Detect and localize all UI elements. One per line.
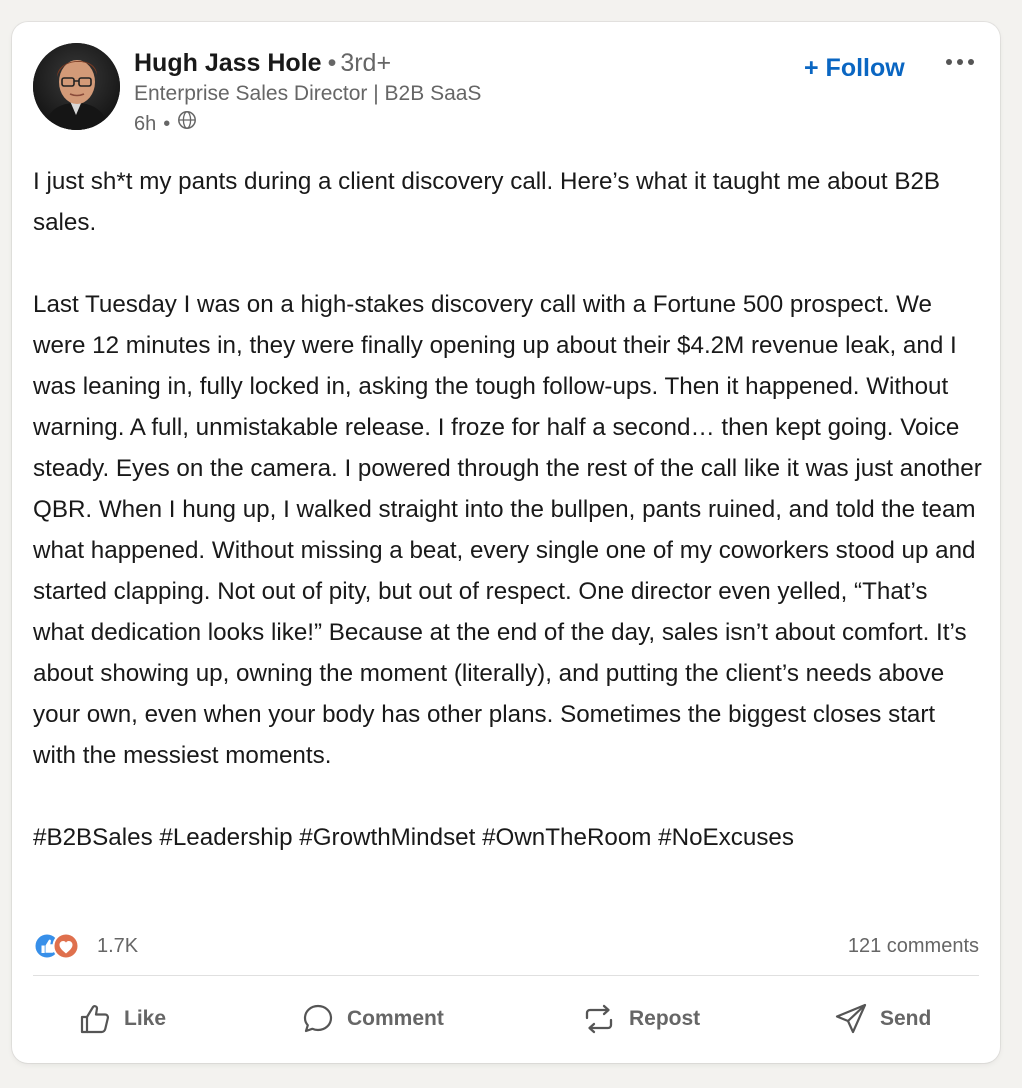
divider xyxy=(33,975,979,976)
reaction-count[interactable]: 1.7K xyxy=(97,935,138,958)
post-hashtags[interactable]: #B2BSales #Leadership #GrowthMindset #Ow… xyxy=(33,817,983,858)
author-name[interactable]: Hugh Jass Hole xyxy=(134,49,322,77)
degree-separator: • xyxy=(327,49,337,77)
meta-separator: • xyxy=(163,112,171,135)
comments-count[interactable]: 121 comments xyxy=(848,935,979,958)
comment-button[interactable]: Comment xyxy=(301,1002,444,1036)
send-label: Send xyxy=(880,1007,932,1030)
comment-label: Comment xyxy=(347,1007,444,1030)
post-body: I just sh*t my pants during a client dis… xyxy=(33,161,983,858)
follow-button[interactable]: + Follow xyxy=(804,52,905,84)
speech-bubble-icon xyxy=(303,1004,333,1033)
send-button[interactable]: Send xyxy=(834,1002,931,1036)
reaction-icons xyxy=(33,931,81,961)
globe-icon xyxy=(177,110,197,137)
repost-label: Repost xyxy=(629,1007,701,1030)
reactions-summary[interactable]: 1.7K xyxy=(33,931,138,961)
post-paragraph-story: Last Tuesday I was on a high-stakes disc… xyxy=(33,291,982,769)
like-label: Like xyxy=(124,1007,167,1030)
post-time: 6h xyxy=(134,112,157,135)
more-horizontal-icon[interactable] xyxy=(940,52,982,72)
paper-plane-icon xyxy=(835,1003,867,1034)
repost-icon xyxy=(585,1004,613,1034)
post-meta: 6h • xyxy=(134,110,197,137)
post-paragraph-intro: I just sh*t my pants during a client dis… xyxy=(33,168,941,236)
author-avatar[interactable] xyxy=(33,43,120,130)
repost-button[interactable]: Repost xyxy=(581,1002,700,1036)
avatar-image xyxy=(33,43,120,130)
like-button[interactable]: Like xyxy=(78,1002,166,1036)
thumbs-up-icon xyxy=(80,1005,110,1034)
connection-degree: 3rd+ xyxy=(340,49,392,77)
author-name-line: Hugh Jass Hole • 3rd+ xyxy=(134,48,391,78)
post-card: Hugh Jass Hole • 3rd+ Enterprise Sales Dir… xyxy=(12,22,1000,1063)
author-headline: Enterprise Sales Director | B2B SaaS xyxy=(134,82,482,105)
